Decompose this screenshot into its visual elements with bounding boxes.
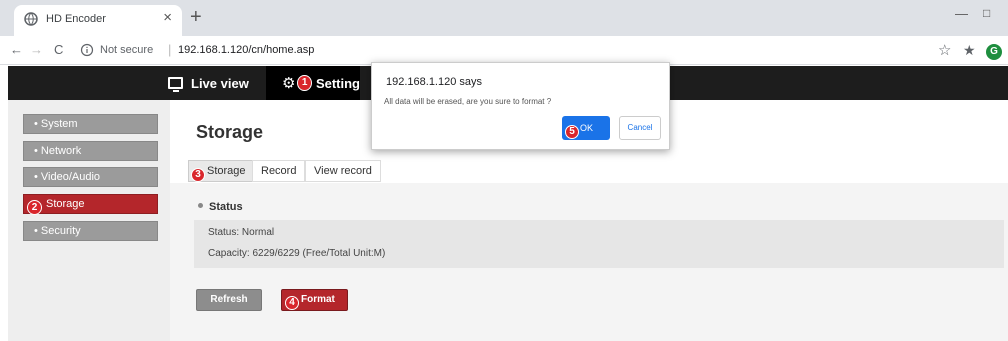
step-marker-5: 5	[565, 125, 579, 139]
url-separator: |	[168, 42, 172, 57]
tab-record[interactable]: Record	[252, 160, 306, 182]
url-input[interactable]: 192.168.1.120/cn/home.asp	[178, 44, 314, 56]
globe-icon	[24, 12, 38, 26]
tab-title: HD Encoder	[46, 13, 106, 25]
avatar[interactable]: G	[986, 44, 1002, 60]
info-icon[interactable]	[80, 43, 94, 57]
new-tab-button[interactable]: +	[190, 7, 202, 27]
nav-live-view-label: Live view	[191, 75, 249, 91]
sidebar-item-storage[interactable]: 2 Storage	[23, 194, 158, 215]
close-icon[interactable]: ×	[163, 9, 172, 27]
gear-icon: ⚙	[282, 75, 296, 92]
page-title: Storage	[196, 122, 264, 142]
browser-tab[interactable]: HD Encoder ×	[14, 5, 182, 36]
reload-button[interactable]: C	[54, 42, 63, 58]
step-marker-3: 3	[191, 168, 205, 182]
step-marker-1: 1	[297, 75, 312, 91]
sidebar-item-system[interactable]: • System	[23, 114, 158, 134]
step-marker-2: 2	[27, 200, 42, 215]
capacity-text: Capacity: 6229/6229 (Free/Total Unit:M)	[208, 248, 386, 259]
nav-live-view[interactable]: Live view	[168, 66, 249, 100]
maximize-button[interactable]: □	[983, 6, 990, 20]
tab-storage[interactable]: 3 Storage	[188, 160, 255, 182]
browser-tabstrip: HD Encoder × + — □	[0, 0, 1008, 36]
storage-content: Status Status: Normal Capacity: 6229/622…	[170, 183, 1008, 341]
sidebar-item-network[interactable]: • Network	[23, 141, 158, 161]
back-button[interactable]: ←	[10, 42, 23, 58]
sidebar-item-security[interactable]: • Security	[23, 221, 158, 241]
star-icon[interactable]: ☆	[938, 41, 951, 59]
status-text: Status: Normal	[208, 227, 275, 238]
address-bar: ← → C Not secure | 192.168.1.120/cn/home…	[0, 36, 1008, 65]
forward-button[interactable]: →	[30, 42, 43, 58]
ok-button-label: OK	[580, 123, 594, 133]
tab-view-record[interactable]: View record	[305, 160, 381, 182]
format-button-label: Format	[301, 294, 335, 305]
minimize-button[interactable]: —	[955, 6, 968, 21]
section-heading: Status	[198, 201, 243, 213]
section-title: Status	[209, 201, 243, 213]
nav-setting[interactable]: ⚙ 1 Setting	[266, 66, 360, 100]
dialog-message: All data will be erased, are you sure to…	[384, 97, 552, 106]
cancel-button[interactable]: Cancel	[619, 116, 661, 140]
dialog-title: 192.168.1.120 says	[386, 76, 483, 88]
puzzle-icon[interactable]: ★	[963, 42, 976, 59]
sidebar-item-label: Storage	[46, 198, 85, 210]
confirm-dialog: 192.168.1.120 says All data will be eras…	[371, 62, 670, 150]
security-label: Not secure	[100, 44, 154, 56]
format-button[interactable]: 4 Format	[281, 289, 348, 311]
refresh-button[interactable]: Refresh	[196, 289, 262, 311]
tab-storage-label: Storage	[207, 165, 246, 177]
step-marker-4: 4	[285, 296, 299, 310]
status-box: Status: Normal Capacity: 6229/6229 (Free…	[194, 220, 1004, 268]
sidebar-item-video-audio[interactable]: • Video/Audio	[23, 167, 158, 187]
monitor-icon	[168, 77, 183, 92]
sidebar: • System • Network • Video/Audio 2 Storag…	[8, 100, 170, 341]
ok-button[interactable]: 5 OK	[562, 116, 610, 140]
nav-setting-label: Setting	[315, 75, 360, 91]
bullet-icon	[198, 203, 203, 208]
